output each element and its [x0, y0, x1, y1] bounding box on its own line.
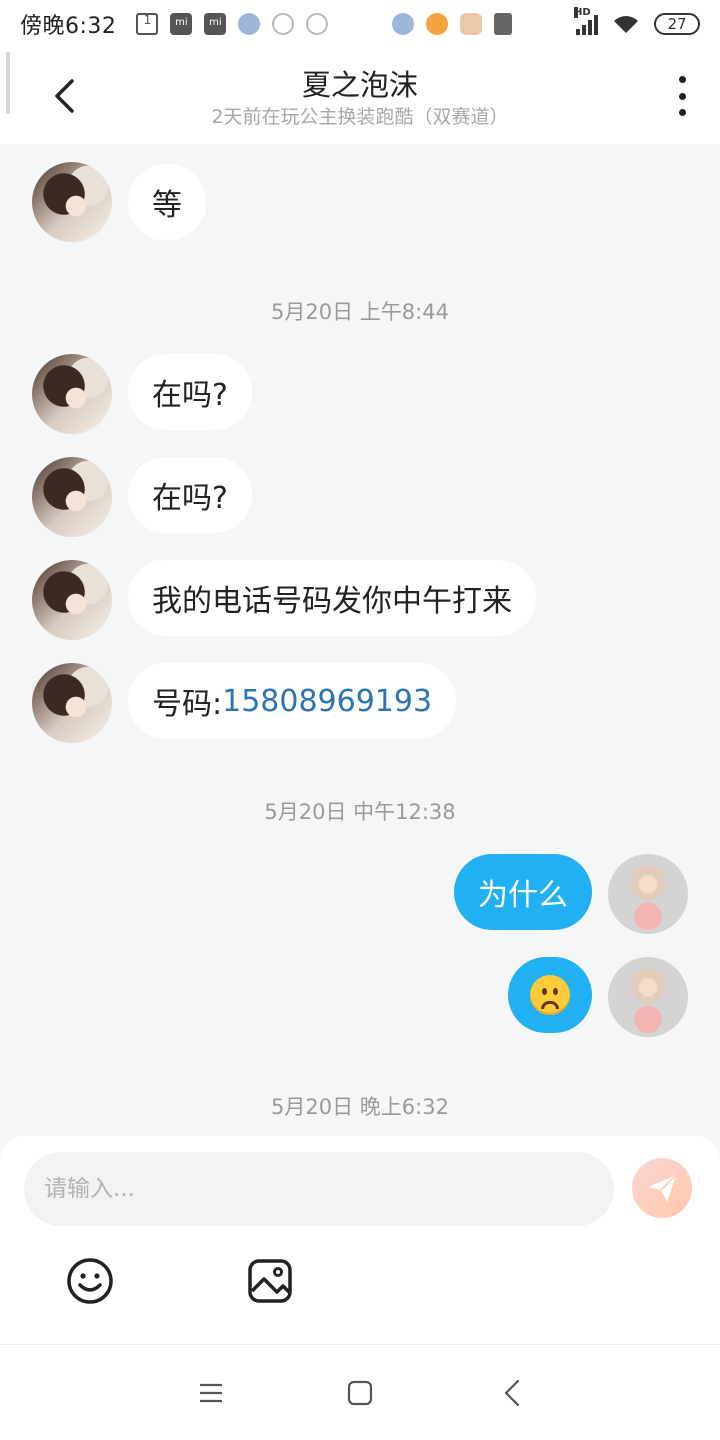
contact-name: 夏之泡沫	[301, 68, 418, 102]
app-notification-icon-2	[272, 13, 295, 35]
app-notification-icon	[238, 13, 261, 35]
message-bubble-outgoing[interactable]: 为什么	[454, 854, 592, 930]
contact-avatar[interactable]	[32, 663, 112, 743]
send-icon	[648, 1174, 677, 1202]
message-bubble[interactable]: 在吗?	[128, 354, 252, 430]
menu-button[interactable]	[193, 1375, 229, 1411]
app-notification-icon-6	[460, 13, 483, 35]
chevron-left-icon	[504, 1379, 520, 1407]
worried-face-icon	[530, 975, 570, 1015]
menu-icon	[200, 1383, 222, 1403]
mi-app-icon-2	[204, 13, 227, 35]
composer	[0, 1136, 720, 1344]
message-timestamp: 5月20日 晚上6:32	[271, 1095, 449, 1119]
contact-avatar[interactable]	[32, 162, 112, 242]
user-avatar[interactable]	[608, 854, 688, 934]
message-bubble[interactable]: 在吗?	[128, 457, 252, 533]
image-icon	[248, 1259, 292, 1303]
message-bubble[interactable]: 我的电话号码发你中午打来	[128, 560, 536, 636]
system-back-button[interactable]	[494, 1375, 530, 1411]
emoji-button[interactable]	[65, 1256, 115, 1306]
mi-app-icon	[170, 13, 193, 35]
app-notification-icon-5	[426, 13, 449, 35]
wifi-icon	[612, 13, 640, 35]
more-dots-icon	[678, 76, 686, 83]
status-bar: 傍晚6:32 HD 27	[0, 0, 720, 48]
system-nav-bar	[0, 1344, 720, 1440]
phone-label: 号码:	[152, 687, 223, 722]
signal-icon: HD	[574, 7, 598, 35]
more-options-button[interactable]	[672, 76, 692, 116]
home-square-icon	[347, 1380, 373, 1406]
send-button[interactable]	[632, 1158, 692, 1218]
chat-header: 夏之泡沫 2天前在玩公主换装跑酷（双赛道）	[0, 48, 720, 144]
message-bubble-outgoing[interactable]	[508, 957, 592, 1033]
message-list[interactable]: 等 5月20日 上午8:44 在吗? 在吗? 我的电话号码发你中午打来 号码: 1…	[0, 144, 720, 1136]
calendar-icon	[136, 13, 159, 35]
battery-level: 27	[667, 15, 687, 33]
contact-status: 2天前在玩公主换装跑酷（双赛道）	[211, 106, 509, 128]
message-bubble[interactable]: 号码: 15808969193	[128, 663, 457, 739]
message-timestamp: 5月20日 上午8:44	[271, 300, 449, 324]
phone-number-link[interactable]: 15808969193	[222, 684, 432, 719]
message-input[interactable]	[24, 1152, 614, 1226]
image-button[interactable]	[245, 1256, 295, 1306]
user-avatar[interactable]	[608, 957, 688, 1037]
trash-icon	[494, 13, 513, 35]
app-notification-icon-3	[306, 13, 329, 35]
contact-avatar[interactable]	[32, 560, 112, 640]
contact-avatar[interactable]	[32, 354, 112, 434]
app-notification-icon-4	[392, 13, 415, 35]
message-timestamp: 5月20日 中午12:38	[264, 800, 456, 824]
notification-icons	[130, 13, 518, 35]
home-button[interactable]	[342, 1375, 378, 1411]
smiley-icon	[67, 1258, 113, 1304]
contact-avatar[interactable]	[32, 457, 112, 537]
battery-icon: 27	[654, 13, 700, 35]
status-time: 傍晚6:32	[20, 14, 117, 39]
message-bubble[interactable]: 等	[128, 164, 206, 240]
